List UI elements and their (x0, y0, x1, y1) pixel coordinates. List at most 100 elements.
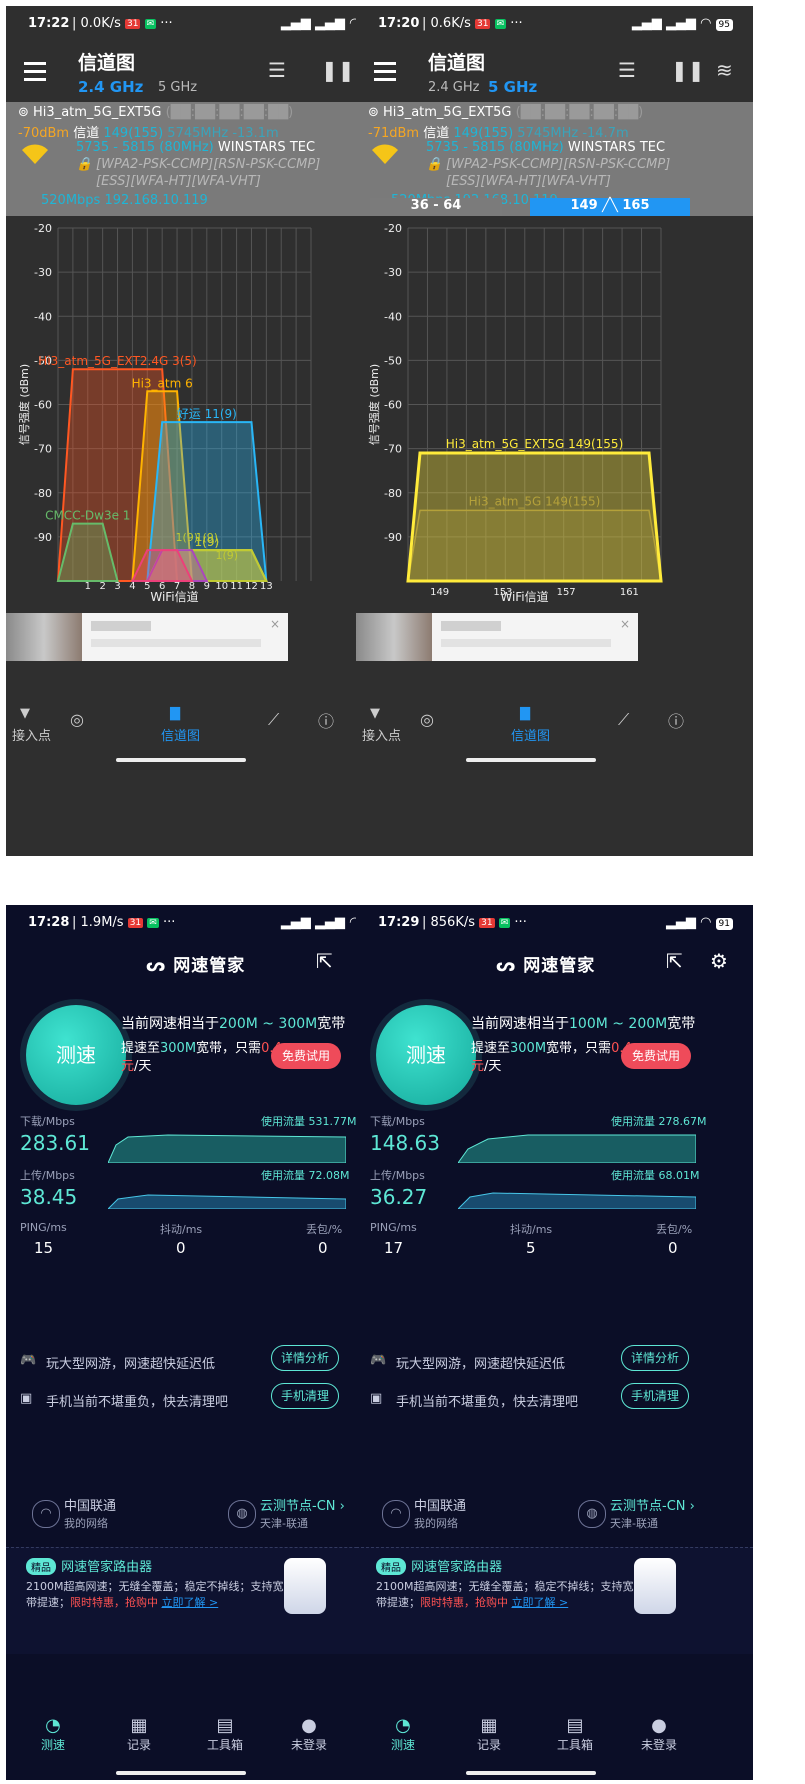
test-node[interactable]: 云测节点-CN › (260, 1495, 345, 1514)
ad-banner[interactable]: × (6, 613, 288, 661)
channel-curve (406, 451, 663, 583)
series-label: Hi3_atm 6 (132, 376, 193, 390)
detail-analysis-button[interactable]: 详情分析 (271, 1345, 339, 1371)
radar-icon[interactable]: ◎ (70, 710, 84, 729)
status-speed: | 856K/s 31 ✉ ··· (422, 915, 527, 930)
router-image (284, 1558, 326, 1614)
learn-more-link[interactable]: 立即了解 > (162, 1596, 219, 1609)
phone-wifi-5ghz: 17:20 | 0.6K/s 31 ✉ ··· ▂▄▆ ▂▄▆ ◠ 95 信道图… (356, 6, 753, 856)
info-icon[interactable]: ⓘ (668, 708, 684, 732)
ping-value: 17 (384, 1239, 404, 1257)
ap-ssid: ⊚ Hi3_atm_5G_EXT5G (██:██:██:██:██) (18, 105, 294, 120)
download-value: 148.63 (370, 1131, 440, 1155)
nav-account[interactable]: ● 未登录 (284, 1715, 334, 1753)
free-trial-button[interactable]: 免费试用 (621, 1043, 691, 1069)
x-tick-label: 6 (159, 581, 165, 592)
globe-icon[interactable]: ◍ (228, 1500, 256, 1528)
free-trial-button[interactable]: 免费试用 (271, 1043, 341, 1069)
ap-caps-2: [ESS][WFA-HT][WFA-VHT] (96, 174, 261, 189)
detail-analysis-button[interactable]: 详情分析 (621, 1345, 689, 1371)
share-icon[interactable]: ⇱ (316, 949, 333, 973)
band-tab-other[interactable]: 2.4 GHz (428, 80, 479, 95)
promo-tag: 精品 (376, 1558, 406, 1575)
share-icon[interactable]: ⇱ (666, 949, 683, 973)
series-label: 1(9) (216, 549, 239, 562)
nav-speedtest[interactable]: ◔ 测速 (378, 1715, 428, 1753)
phone-cleanup-button[interactable]: 手机清理 (271, 1383, 339, 1409)
x-tick-label: 161 (620, 587, 639, 598)
phone-icon: ▣ (370, 1391, 383, 1406)
y-tick-label: -90 (384, 531, 402, 544)
nav-ap[interactable]: 接入点 (362, 725, 401, 744)
download-graph (458, 1134, 696, 1163)
nav-ap[interactable]: 接入点 (12, 725, 51, 744)
trend-icon[interactable]: ⟋ (618, 710, 629, 730)
status-time: 17:28 (28, 915, 70, 930)
upload-value: 36.27 (370, 1185, 428, 1209)
x-tick-label: 5 (144, 581, 150, 592)
test-node-sub: 天津-联通 (260, 1517, 308, 1530)
nav-ap-icon[interactable]: ▼ (370, 706, 380, 721)
menu-icon[interactable] (374, 62, 396, 86)
router-promo[interactable]: 精品 网速管家路由器 2100M超高网速；无缝全覆盖；稳定不掉线；支持宽 带提速… (6, 1547, 402, 1654)
wifi-scan-icon[interactable]: ≋ (716, 58, 733, 82)
ad-banner[interactable]: × (356, 613, 638, 661)
router-promo[interactable]: 精品 网速管家路由器 2100M超高网速；无缝全覆盖；稳定不掉线；支持宽 带提速… (356, 1547, 753, 1654)
band-tab-other[interactable]: 5 GHz (158, 80, 197, 95)
nav-ap-icon[interactable]: ▼ (20, 706, 30, 721)
gamepad-icon: 🎮 (20, 1353, 37, 1368)
filter-icon[interactable]: ☰ (618, 58, 636, 82)
test-node[interactable]: 云测节点-CN › (610, 1495, 695, 1514)
y-tick-label: -80 (384, 487, 402, 500)
status-right: ▂▄▆ ▂▄▆ ◠ 95 (632, 16, 733, 31)
range-tab-149-165[interactable]: 149 ╱╲ 165 (530, 198, 690, 216)
bottom-nav: ◔ 测速 ▦ 记录 ▤ 工具箱 ● 未登录 (6, 1715, 402, 1775)
ap-rate-ip: 520Mbps 192.168.10.119 (41, 193, 208, 208)
speedtest-button[interactable]: 测速 (26, 1005, 126, 1105)
trend-icon[interactable]: ⟋ (268, 710, 279, 730)
filter-icon[interactable]: ☰ (268, 58, 286, 82)
status-bar: 17:20 | 0.6K/s 31 ✉ ··· ▂▄▆ ▂▄▆ ◠ 95 (356, 6, 753, 44)
nav-records[interactable]: ▦ 记录 (464, 1715, 514, 1753)
band-tab-active[interactable]: 5 GHz (488, 78, 537, 96)
nav-chart[interactable]: 信道图 (161, 725, 200, 744)
upload-graph (108, 1194, 346, 1209)
globe-icon[interactable]: ◍ (578, 1500, 606, 1528)
pause-icon[interactable]: ❚❚ (321, 58, 355, 82)
chart-icon[interactable]: ▇ (520, 706, 530, 721)
y-tick-label: -60 (384, 399, 402, 412)
phone-speedtest-2: 17:29 | 856K/s 31 ✉ ··· ▂▄▆ ◠ 91 ᔕ 网速管家 … (356, 905, 753, 1780)
nav-toolbox[interactable]: ▤ 工具箱 (550, 1715, 600, 1753)
band-tab-active[interactable]: 2.4 GHz (78, 78, 143, 96)
gauge-icon: ◔ (45, 1715, 61, 1736)
ap-caps-2: [ESS][WFA-HT][WFA-VHT] (446, 174, 611, 189)
chart-icon[interactable]: ▇ (170, 706, 180, 721)
learn-more-link[interactable]: 立即了解 > (512, 1596, 569, 1609)
ap-lock: 🔒 (76, 157, 93, 172)
gear-icon[interactable]: ⚙ (710, 949, 728, 973)
speedtest-button[interactable]: 测速 (376, 1005, 476, 1105)
nav-toolbox[interactable]: ▤ 工具箱 (200, 1715, 250, 1753)
nav-records[interactable]: ▦ 记录 (114, 1715, 164, 1753)
range-tab-36-64[interactable]: 36 - 64 (370, 198, 502, 216)
close-icon[interactable]: × (620, 617, 630, 631)
app-header: ᔕ 网速管家 ⇱ ⚙ (6, 943, 402, 993)
loss-value: 0 (318, 1239, 328, 1257)
jitter-value: 5 (526, 1239, 536, 1257)
info-icon[interactable]: ⓘ (318, 708, 334, 732)
phone-cleanup-button[interactable]: 手机清理 (621, 1383, 689, 1409)
promo-tag: 精品 (26, 1558, 56, 1575)
x-tick-label: 157 (557, 587, 576, 598)
nav-account[interactable]: ● 未登录 (634, 1715, 684, 1753)
y-tick-label: -80 (34, 487, 52, 500)
download-label: 下载/Mbps (20, 1115, 75, 1128)
pause-icon[interactable]: ❚❚ (671, 58, 705, 82)
router-image (634, 1558, 676, 1614)
menu-icon[interactable] (24, 62, 46, 86)
close-icon[interactable]: × (270, 617, 280, 631)
wifi-icon: ◠ (32, 1500, 60, 1528)
nav-speedtest[interactable]: ◔ 测速 (28, 1715, 78, 1753)
nav-chart[interactable]: 信道图 (511, 725, 550, 744)
radar-icon[interactable]: ◎ (420, 710, 434, 729)
y-tick-label: -60 (34, 399, 52, 412)
